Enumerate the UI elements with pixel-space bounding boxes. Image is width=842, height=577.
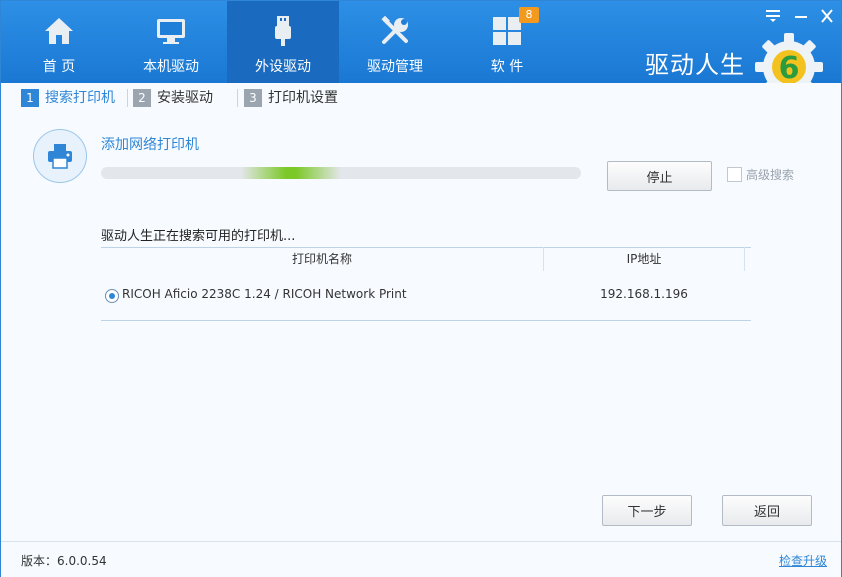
step-search-printer: 1 搜索打印机 [21,89,115,107]
software-update-badge: 8 [519,7,539,23]
step-number: 2 [133,89,151,107]
nav-local-drivers[interactable]: 本机驱动 [115,1,227,83]
back-button[interactable]: 返回 [722,495,812,526]
printer-table: 打印机名称 IP地址 RICOH Aficio 2238C 1.24 / RIC… [101,247,751,321]
nav-software[interactable]: 软 件 [451,1,563,83]
step-printer-settings: 3 打印机设置 [244,89,338,107]
monitor-icon [157,19,185,44]
step-divider [127,89,128,107]
version-text: 版本：6.0.0.54 [21,554,107,568]
stop-button[interactable]: 停止 [607,161,712,191]
step-bar: 1 搜索打印机 2 安装驱动 3 打印机设置 [1,83,841,111]
step-divider [237,89,238,107]
column-divider [744,247,745,271]
table-bottom-border [101,320,751,321]
search-status-text: 驱动人生正在搜索可用的打印机... [101,229,296,244]
menu-icon[interactable] [765,9,781,23]
nav-peripheral-drivers[interactable]: 外设驱动 [227,1,339,83]
nav-local-drivers-label: 本机驱动 [143,59,199,75]
nav-driver-management[interactable]: 驱动管理 [339,1,451,83]
nav-peripheral-drivers-label: 外设驱动 [255,59,311,75]
usb-icon [275,16,291,46]
step-number: 3 [244,89,262,107]
top-navigation-bar: 首 页 本机驱动 外设驱动 驱动管理 软 件 8 驱动人生 6 [1,1,841,101]
step-number: 1 [21,89,39,107]
brand-name: 驱动人生 [645,51,745,79]
column-header-printer-name: 打印机名称 [291,252,352,266]
nav-driver-management-label: 驱动管理 [367,59,423,75]
advanced-search-checkbox[interactable] [727,167,742,182]
advanced-search-label: 高级搜索 [746,168,795,182]
printer-icon [48,144,72,169]
nav-home-label: 首 页 [42,59,76,75]
step-label: 打印机设置 [268,90,338,106]
home-icon [45,18,73,44]
printer-ip-cell: 192.168.1.196 [600,287,688,301]
svg-text:6: 6 [779,51,800,86]
next-step-button[interactable]: 下一步 [602,495,692,526]
tools-icon [381,15,408,44]
printer-select-radio[interactable] [105,289,119,303]
nav-home[interactable]: 首 页 [3,1,115,83]
column-header-ip: IP地址 [626,252,662,266]
step-label: 搜索打印机 [45,90,115,106]
step-label: 安装驱动 [157,90,213,106]
step-install-driver: 2 安装驱动 [133,89,213,107]
printer-avatar [33,129,87,183]
app-window: 首 页 本机驱动 外设驱动 驱动管理 软 件 8 驱动人生 6 1 搜索打印机 … [0,0,842,577]
printer-name-cell: RICOH Aficio 2238C 1.24 / RICOH Network … [122,287,407,301]
status-footer: 版本：6.0.0.54 检查升级 [1,541,841,577]
nav-software-label: 软 件 [490,59,524,75]
add-network-printer-link[interactable]: 添加网络打印机 [101,134,199,154]
search-progress-indicator [241,167,341,179]
search-progress-bar [101,167,581,179]
check-update-link[interactable]: 检查升级 [779,552,827,569]
close-icon[interactable] [819,9,835,23]
minimize-icon[interactable] [793,9,809,23]
